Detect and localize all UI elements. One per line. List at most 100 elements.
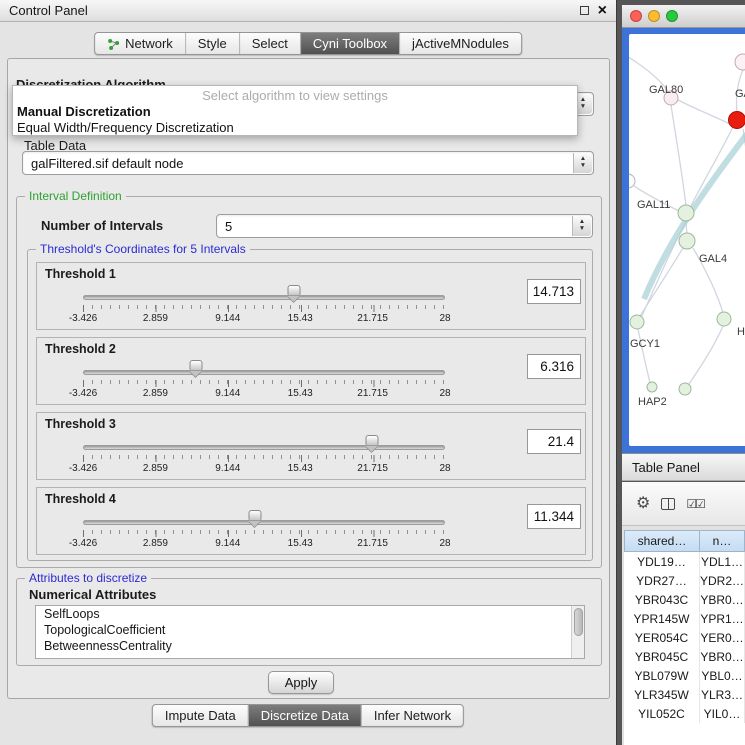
table-header: shared… n…	[624, 530, 745, 552]
node-label: GCY1	[630, 338, 660, 350]
slider-thumb[interactable]	[366, 435, 379, 445]
node-gal11[interactable]	[678, 205, 694, 221]
close-traffic-icon[interactable]	[630, 10, 642, 22]
tab-cyni-toolbox[interactable]: Cyni Toolbox	[300, 33, 399, 54]
threshold-value-input[interactable]: 6.316	[527, 354, 581, 379]
node[interactable]	[735, 54, 745, 70]
slider-scale: -3.426 2.859 9.144 15.43 21.715 28	[83, 538, 445, 550]
tab-label: Infer Network	[374, 708, 451, 723]
threshold-3-panel: Threshold 3 -3.426 2.859 9.144 15.43 21.…	[36, 412, 586, 480]
tab-infer-network[interactable]: Infer Network	[361, 705, 463, 726]
dropdown-option-manual-discretization[interactable]: Manual Discretization	[13, 104, 577, 120]
tab-label: Cyni Toolbox	[313, 36, 387, 51]
thresholds-group-title: Threshold's Coordinates for 5 Intervals	[36, 242, 250, 256]
tab-discretize-data[interactable]: Discretize Data	[248, 705, 361, 726]
network-canvas[interactable]: GAL80 GA GAL11 GAL4 GCY1 H HAP2	[629, 34, 745, 446]
threshold-value-input[interactable]: 14.713	[527, 279, 581, 304]
attributes-list[interactable]: SelfLoops TopologicalCoefficient Between…	[35, 605, 585, 659]
tab-label: jActiveMNodules	[412, 36, 509, 51]
column-header-name[interactable]: n…	[700, 530, 745, 552]
slider-track[interactable]	[83, 445, 445, 450]
threshold-value-input[interactable]: 11.344	[527, 504, 581, 529]
highlighted-edge[interactable]	[644, 134, 745, 299]
slider-ticks	[83, 530, 445, 537]
tab-label: Network	[125, 36, 173, 51]
number-of-intervals-combobox[interactable]: 5 ▲▼	[216, 214, 593, 238]
table-row[interactable]: YER054CYER0…	[624, 628, 745, 647]
table-row[interactable]: YLR345WYLR3…	[624, 685, 745, 704]
bottom-tab-bar: Impute Data Discretize Data Infer Networ…	[152, 704, 464, 727]
table-data-value: galFiltered.sif default node	[31, 156, 183, 171]
node-hap2[interactable]	[647, 382, 657, 392]
threshold-4-panel: Threshold 4 -3.426 2.859 9.144 15.43 21.…	[36, 487, 586, 555]
zoom-traffic-icon[interactable]	[666, 10, 678, 22]
scrollbar-thumb[interactable]	[574, 608, 583, 636]
tab-style[interactable]: Style	[185, 33, 239, 54]
node-label: GAL11	[637, 199, 670, 211]
close-icon[interactable]: ×	[598, 5, 607, 17]
top-tab-bar: Network Style Select Cyni Toolbox jActiv…	[94, 32, 522, 55]
table-row[interactable]: YBL079WYBL0…	[624, 666, 745, 685]
float-window-icon[interactable]	[580, 6, 589, 15]
table-row[interactable]: YDL19…YDL1…	[624, 552, 745, 571]
minimize-traffic-icon[interactable]	[648, 10, 660, 22]
tab-label: Select	[252, 36, 288, 51]
threshold-2-slider[interactable]: -3.426 2.859 9.144 15.43 21.715 28	[83, 356, 449, 402]
node-label: GAL80	[649, 84, 683, 96]
threshold-label: Threshold 1	[45, 267, 116, 281]
table-row[interactable]: YPR145WYPR1…	[624, 609, 745, 628]
network-graph: GAL80 GA GAL11 GAL4 GCY1 H HAP2	[629, 34, 745, 446]
node-gal4[interactable]	[679, 233, 695, 249]
gear-icon[interactable]: ⚙	[636, 496, 650, 512]
slider-track[interactable]	[83, 370, 445, 375]
threshold-4-slider[interactable]: -3.426 2.859 9.144 15.43 21.715 28	[83, 506, 449, 552]
table-row[interactable]: YBR043CYBR0…	[624, 590, 745, 609]
list-item[interactable]: SelfLoops	[36, 606, 584, 622]
node[interactable]	[717, 312, 731, 326]
select-all-checkboxes-icon[interactable]: ☑☑	[686, 498, 704, 510]
table-row[interactable]: YIL052CYIL0…	[624, 704, 745, 723]
slider-thumb[interactable]	[190, 360, 203, 370]
node-gcy1[interactable]	[630, 315, 644, 329]
tab-network[interactable]: Network	[95, 33, 185, 54]
table-panel-title: Table Panel	[632, 460, 700, 475]
panel-title: Control Panel	[9, 3, 88, 18]
node-label: GA	[735, 88, 745, 100]
combo-stepper-icon[interactable]: ▲▼	[572, 216, 591, 236]
dropdown-option-equal-width[interactable]: Equal Width/Frequency Discretization	[13, 120, 577, 136]
network-icon	[107, 38, 120, 50]
column-header-shared-name[interactable]: shared…	[624, 530, 700, 552]
control-panel: Control Panel × Network Style Select Cyn…	[0, 0, 617, 745]
tab-label: Impute Data	[165, 708, 236, 723]
tab-label: Style	[198, 36, 227, 51]
tab-jactivemodules[interactable]: jActiveMNodules	[399, 33, 521, 54]
table-data-combobox[interactable]: galFiltered.sif default node ▲▼	[22, 151, 594, 175]
tab-impute-data[interactable]: Impute Data	[153, 705, 248, 726]
slider-ticks	[83, 305, 445, 312]
slider-track[interactable]	[83, 295, 445, 300]
tab-select[interactable]: Select	[239, 33, 300, 54]
node[interactable]	[679, 383, 691, 395]
list-item[interactable]: TopologicalCoefficient	[36, 622, 584, 638]
slider-thumb[interactable]	[288, 285, 301, 295]
columns-icon[interactable]	[661, 498, 675, 510]
threshold-1-slider[interactable]: -3.426 2.859 9.144 15.43 21.715 28	[83, 281, 449, 327]
table-panel-titlebar: Table Panel	[622, 453, 745, 481]
list-scrollbar[interactable]	[571, 606, 584, 658]
threshold-value-input[interactable]: 21.4	[527, 429, 581, 454]
slider-thumb[interactable]	[249, 510, 262, 520]
threshold-3-slider[interactable]: -3.426 2.859 9.144 15.43 21.715 28	[83, 431, 449, 477]
node-table: shared… n… YDL19…YDL1… YDR27…YDR2… YBR04…	[624, 530, 745, 745]
thresholds-group: Threshold's Coordinates for 5 Intervals …	[27, 249, 593, 561]
slider-track[interactable]	[83, 520, 445, 525]
table-toolbar: ⚙ ☑☑	[622, 482, 745, 526]
combo-stepper-icon[interactable]: ▲▼	[573, 153, 592, 173]
apply-button[interactable]: Apply	[268, 671, 334, 694]
interval-definition-title: Interval Definition	[25, 189, 126, 203]
table-row[interactable]: YDR27…YDR2…	[624, 571, 745, 590]
node-selected-red[interactable]	[729, 112, 745, 129]
table-row[interactable]: YBR045CYBR0…	[624, 647, 745, 666]
numerical-attributes-label: Numerical Attributes	[29, 587, 156, 602]
list-item[interactable]: BetweennessCentrality	[36, 638, 584, 654]
interval-definition-group: Interval Definition Number of Intervals …	[16, 196, 602, 568]
